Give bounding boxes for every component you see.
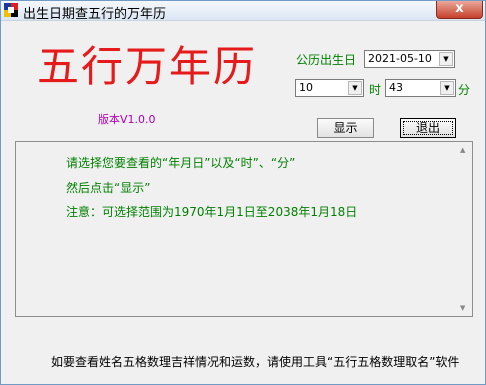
- birth-date-select[interactable]: 2021-05-10 ▼: [364, 50, 455, 68]
- app-window: 出生日期查五行的万年历 x 五行万年历 版本V1.0.0 公历出生日 2021-…: [0, 0, 486, 385]
- minute-select[interactable]: 43 ▼: [385, 79, 456, 97]
- hour-value: 10: [299, 81, 313, 94]
- window-title: 出生日期查五行的万年历: [23, 7, 167, 22]
- vertical-scrollbar[interactable]: ▲ ▼: [458, 142, 472, 316]
- birth-date-value: 2021-05-10: [368, 52, 432, 65]
- minute-value: 43: [389, 81, 403, 94]
- scroll-down-icon[interactable]: ▼: [460, 304, 465, 312]
- birth-date-label: 公历出生日: [296, 53, 357, 67]
- scroll-up-icon[interactable]: ▲: [460, 146, 465, 154]
- title-bar: 出生日期查五行的万年历 x: [1, 1, 485, 22]
- hour-unit-label: 时: [369, 83, 382, 97]
- minute-unit-label: 分: [458, 83, 471, 97]
- version-label: 版本V1.0.0: [98, 113, 156, 126]
- chevron-down-icon[interactable]: ▼: [439, 52, 453, 66]
- hour-select[interactable]: 10 ▼: [295, 79, 364, 97]
- footer-note: 如要查看姓名五格数理吉祥情况和运数，请使用工具“五行五格数理取名”软件: [51, 355, 460, 369]
- message-line: 注意：可选择范围为1970年1月1日至2038年1月18日: [66, 205, 358, 219]
- chevron-down-icon[interactable]: ▼: [348, 81, 362, 95]
- app-logo-text: 五行万年历: [37, 42, 258, 91]
- close-button[interactable]: x: [436, 1, 483, 19]
- exit-button[interactable]: 退出: [400, 118, 456, 138]
- message-panel: 请选择您要查看的“年月日”以及“时”、“分” 然后点击“显示” 注意：可选择范围…: [15, 141, 473, 317]
- chevron-down-icon[interactable]: ▼: [440, 81, 454, 95]
- message-line: 然后点击“显示”: [66, 181, 151, 195]
- message-line: 请选择您要查看的“年月日”以及“时”、“分”: [66, 156, 296, 170]
- app-icon: [4, 3, 18, 17]
- show-button[interactable]: 显示: [317, 118, 374, 138]
